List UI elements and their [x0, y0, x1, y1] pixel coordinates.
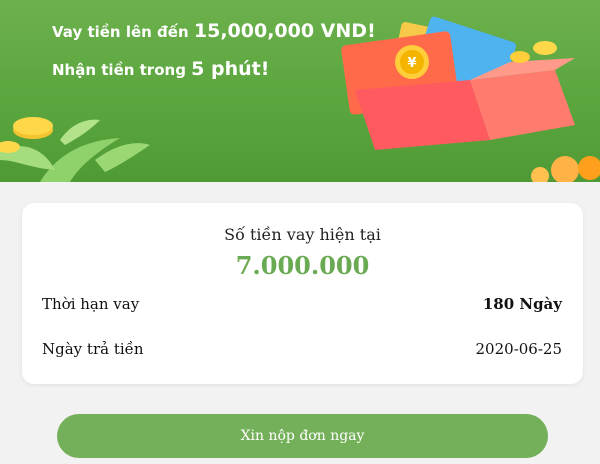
due-date-label: Ngày trả tiền — [42, 340, 144, 358]
loan-term-label: Thời hạn vay — [42, 295, 140, 313]
loan-term-value: 180 Ngày — [482, 295, 562, 313]
coin-symbol: ¥ — [407, 56, 416, 71]
banner-line1-prefix: Vay tiền lên đến — [52, 23, 194, 41]
flower-icon — [531, 156, 600, 182]
banner-line2-prefix: Nhận tiền trong — [52, 61, 192, 79]
promo-banner: ¥ Vay tiền lên đến 15,000,000 VND! Nhận … — [0, 0, 600, 182]
apply-now-button[interactable]: Xin nộp đơn ngay — [57, 414, 548, 458]
due-date-value: 2020-06-25 — [475, 340, 562, 358]
banner-line2-time: 5 phút! — [191, 58, 270, 80]
loan-amount-value: 7.000.000 — [235, 251, 370, 280]
loan-summary-card: Số tiền vay hiện tại 7.000.000 Thời hạn … — [22, 203, 583, 384]
banner-subline: Nhận tiền trong 5 phút! — [52, 58, 269, 80]
loan-amount-title: Số tiền vay hiện tại — [224, 225, 381, 244]
banner-line1-amount: 15,000,000 VND! — [193, 20, 376, 42]
banner-headline: Vay tiền lên đến 15,000,000 VND! — [52, 20, 376, 42]
